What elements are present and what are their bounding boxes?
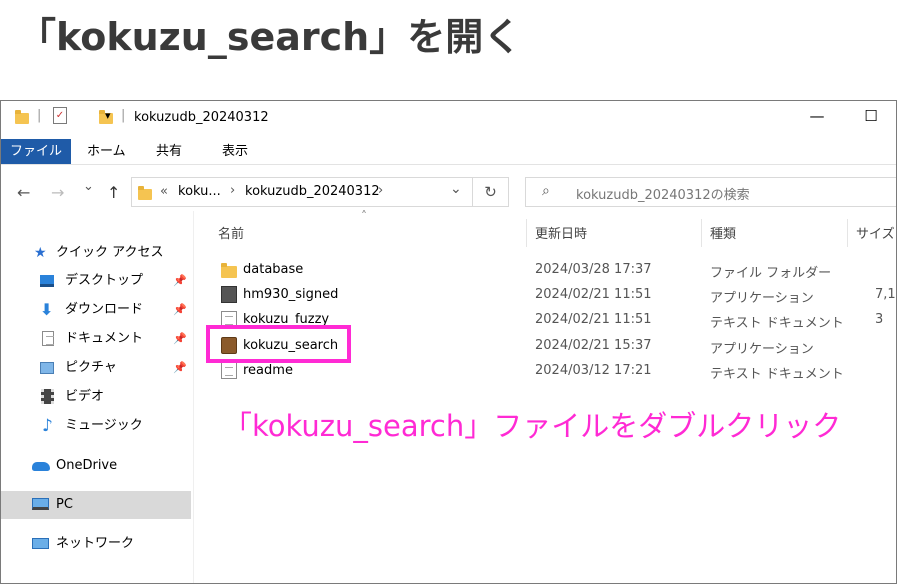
star-icon: ★ [34, 245, 47, 261]
nav-label: クイック アクセス [56, 245, 164, 260]
page-heading: 「kokuzu_search」を開く [18, 15, 522, 59]
file-name: database [243, 262, 304, 277]
nav-item-pictures[interactable]: ピクチャ 📌 [1, 354, 191, 382]
title-bar: | ✓ ▾ | kokuzudb_20240312 — ☐ [1, 101, 896, 137]
nav-label: OneDrive [56, 458, 118, 473]
file-date: 2024/02/21 15:37 [535, 338, 652, 353]
file-date: 2024/02/21 11:51 [535, 287, 652, 302]
nav-quick-access[interactable]: ★ クイック アクセス [1, 239, 191, 267]
nav-label: ドキュメント [65, 331, 144, 346]
folder-icon [138, 186, 152, 200]
refresh-button[interactable]: ↻ [473, 177, 509, 207]
address-dropdown-icon[interactable]: ⌄ [450, 181, 462, 197]
download-arrow-icon: ⬇ [40, 300, 54, 319]
file-size: 7,1 [875, 287, 896, 302]
nav-label: ピクチャ [65, 360, 117, 375]
breadcrumb-separator[interactable]: › [378, 183, 383, 198]
text-document-icon [221, 362, 237, 379]
breadcrumb-item[interactable]: kokuzudb_20240312 [245, 184, 380, 199]
properties-icon[interactable]: ✓ [53, 107, 67, 124]
recent-locations-button[interactable]: ⌄ [83, 179, 94, 194]
nav-label: ネットワーク [56, 536, 135, 551]
network-icon [32, 538, 49, 549]
nav-label: ダウンロード [65, 302, 144, 317]
nav-label: PC [56, 497, 73, 512]
file-date: 2024/02/21 11:51 [535, 312, 652, 327]
column-header-date[interactable]: 更新日時 [535, 223, 587, 242]
breadcrumb-overflow[interactable]: « [160, 184, 168, 199]
folder-icon [221, 263, 237, 280]
tab-view[interactable]: 表示 [222, 139, 248, 164]
pin-icon: 📌 [173, 274, 187, 287]
nav-item-music[interactable]: ♪ ミュージック [1, 412, 191, 440]
nav-item-desktop[interactable]: デスクトップ 📌 [1, 267, 191, 295]
window-title: kokuzudb_20240312 [134, 110, 269, 125]
application-icon [221, 286, 237, 303]
search-box[interactable]: ⌕ kokuzudb_20240312の検索 [525, 177, 896, 207]
separator: | [121, 108, 126, 123]
minimize-button[interactable]: — [807, 107, 827, 125]
ribbon: ファイル ホーム 共有 表示 [1, 139, 896, 165]
file-type: ファイル フォルダー [710, 266, 832, 281]
video-film-icon [41, 389, 54, 404]
column-header-name[interactable]: 名前 [218, 223, 244, 242]
nav-item-onedrive[interactable]: OneDrive [1, 452, 191, 480]
nav-item-network[interactable]: ネットワーク [1, 530, 191, 558]
pin-icon: 📌 [173, 303, 187, 316]
file-type: テキスト ドキュメント [710, 316, 844, 331]
nav-label: ビデオ [65, 389, 105, 404]
tab-share[interactable]: 共有 [156, 139, 182, 164]
nav-label: デスクトップ [65, 273, 144, 288]
file-type: アプリケーション [710, 291, 814, 306]
cloud-icon [32, 462, 50, 471]
column-header-size[interactable]: サイズ [856, 223, 895, 242]
nav-item-downloads[interactable]: ⬇ ダウンロード 📌 [1, 296, 191, 324]
file-row-hm930-signed[interactable]: hm930_signed 2024/02/21 11:51 アプリケーション 7… [211, 283, 896, 307]
column-separator[interactable] [526, 219, 527, 247]
folder-icon [15, 110, 29, 124]
pane-divider [193, 211, 194, 583]
nav-item-videos[interactable]: ビデオ [1, 383, 191, 411]
nav-label: ミュージック [65, 418, 143, 433]
desktop-icon [40, 275, 54, 287]
address-row: ← → ⌄ ↑ « koku... › kokuzudb_20240312 › … [1, 175, 896, 209]
column-separator[interactable] [847, 219, 848, 247]
file-type: アプリケーション [710, 342, 814, 357]
pin-icon: 📌 [173, 361, 187, 374]
nav-item-documents[interactable]: ドキュメント 📌 [1, 325, 191, 353]
maximize-button[interactable]: ☐ [861, 107, 881, 125]
breadcrumb-item[interactable]: koku... [178, 184, 221, 199]
back-button[interactable]: ← [17, 183, 30, 202]
search-placeholder: kokuzudb_20240312の検索 [576, 188, 750, 203]
search-icon: ⌕ [542, 183, 550, 199]
separator: | [37, 108, 42, 123]
file-name: readme [243, 363, 293, 378]
pin-icon: 📌 [173, 332, 187, 345]
navigation-pane: ★ クイック アクセス デスクトップ 📌 ⬇ ダウンロード 📌 ドキュメント 📌… [1, 239, 191, 583]
explorer-window: | ✓ ▾ | kokuzudb_20240312 — ☐ ファイル ホーム 共… [0, 100, 897, 584]
file-date: 2024/03/28 17:37 [535, 262, 652, 277]
breadcrumb-separator[interactable]: › [230, 183, 235, 198]
music-note-icon: ♪ [42, 416, 53, 436]
column-separator[interactable] [701, 219, 702, 247]
file-name: hm930_signed [243, 287, 339, 302]
highlight-box [206, 325, 351, 363]
file-date: 2024/03/12 17:21 [535, 363, 652, 378]
file-row-database[interactable]: database 2024/03/28 17:37 ファイル フォルダー [211, 258, 896, 282]
documents-icon [42, 331, 54, 346]
instruction-callout: 「kokuzu_search」ファイルをダブルクリック [223, 409, 842, 443]
tab-file[interactable]: ファイル [1, 139, 71, 164]
column-header-type[interactable]: 種類 [710, 223, 736, 242]
computer-icon [32, 498, 49, 510]
nav-item-pc[interactable]: PC [1, 491, 191, 519]
quick-access-toolbar-dropdown-icon[interactable]: ▾ [105, 109, 111, 122]
tab-home[interactable]: ホーム [87, 139, 126, 164]
file-size: 3 [875, 312, 884, 327]
address-bar[interactable]: « koku... › kokuzudb_20240312 › ⌄ [131, 177, 473, 207]
up-button[interactable]: ↑ [107, 183, 120, 202]
forward-button[interactable]: → [51, 183, 64, 202]
pictures-icon [40, 362, 54, 374]
file-type: テキスト ドキュメント [710, 367, 844, 382]
sort-ascending-icon: ˄ [361, 209, 367, 223]
